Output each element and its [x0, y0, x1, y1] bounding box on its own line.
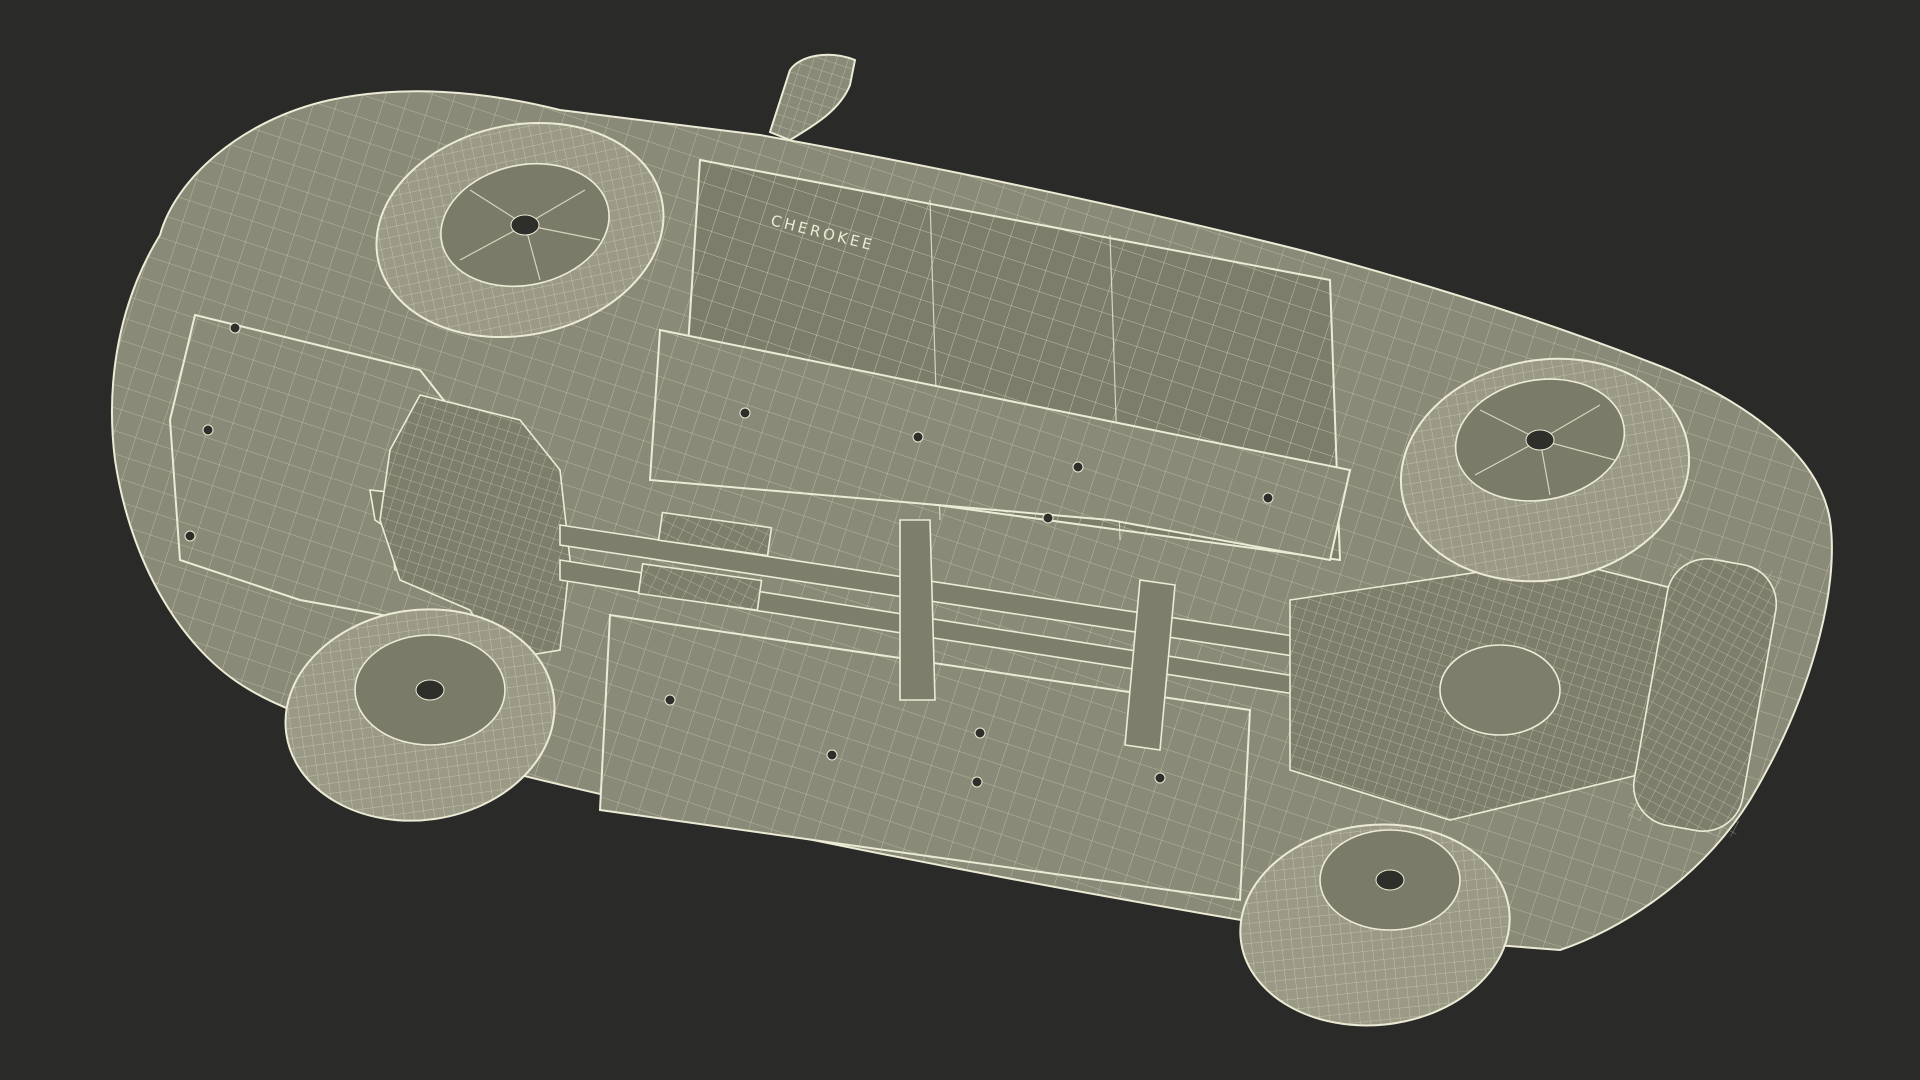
- render-viewport: CHEROKEE: [0, 0, 1920, 1080]
- side-mirror: [768, 53, 857, 142]
- car-underside-wireframe: CHEROKEE: [111, 53, 1833, 1027]
